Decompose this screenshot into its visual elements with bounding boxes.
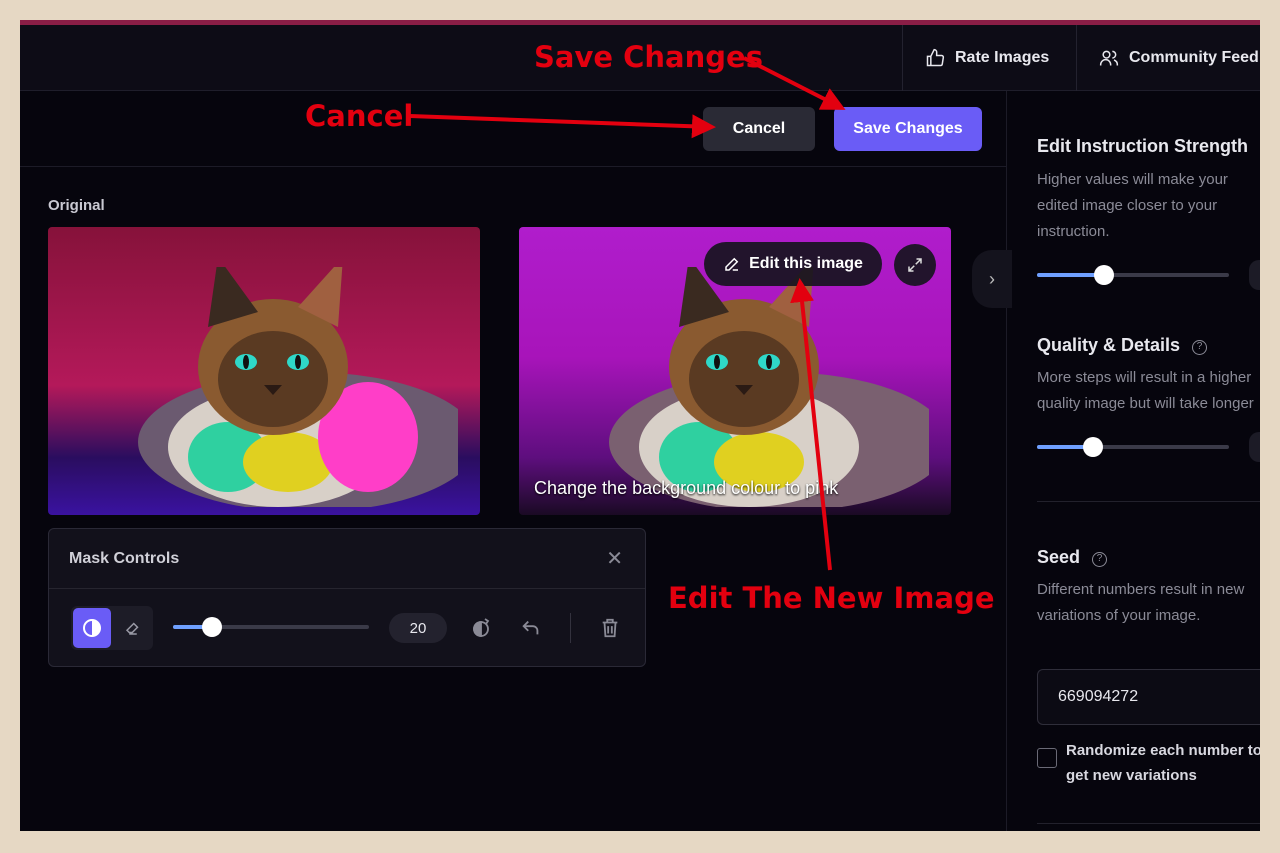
mask-tool-toggle [71, 606, 153, 650]
strength-slider[interactable] [1037, 265, 1229, 285]
help-icon[interactable]: ? [1092, 552, 1108, 567]
cat-illustration-edited [609, 267, 929, 507]
quality-slider-handle[interactable] [1082, 437, 1103, 457]
app-window: Rate Images Community Feed Cancel Save C… [20, 20, 1260, 831]
thumbs-up-icon [926, 48, 945, 67]
pencil-icon [725, 257, 739, 271]
brush-size-slider-handle[interactable] [202, 617, 223, 637]
brush-size-value[interactable]: 20 [389, 613, 447, 643]
eraser-tool-button[interactable] [115, 608, 151, 648]
mask-toolbar-divider [570, 613, 571, 643]
brush-tool-button[interactable] [73, 608, 111, 648]
cancel-button[interactable]: Cancel [703, 107, 815, 151]
original-image-label: Original [48, 197, 105, 214]
nav-community-feed[interactable]: Community Feed [1076, 25, 1260, 91]
settings-divider [1037, 823, 1260, 824]
panel-divider [1006, 91, 1007, 831]
quality-description: More steps will result in a higher quali… [1037, 369, 1254, 412]
seed-title: Seed [1037, 547, 1081, 567]
seed-input[interactable] [1037, 669, 1260, 725]
nav-community-feed-label: Community Feed [1129, 49, 1259, 66]
brush-size-slider[interactable] [173, 617, 369, 637]
contrast-icon [83, 619, 101, 637]
randomize-checkbox[interactable] [1037, 748, 1057, 768]
quality-title: Quality & Details [1037, 335, 1181, 355]
close-icon[interactable]: ✕ [606, 546, 623, 571]
mask-controls-panel: Mask Controls ✕ 20 [48, 528, 646, 667]
save-changes-button[interactable]: Save Changes [834, 107, 982, 151]
eraser-icon [125, 622, 139, 635]
mask-controls-title: Mask Controls [69, 549, 180, 567]
toolbar-divider [20, 166, 1006, 167]
cat-illustration [138, 267, 458, 507]
expand-button[interactable] [894, 244, 936, 286]
invert-mask-icon[interactable] [469, 615, 495, 641]
expand-icon [908, 258, 922, 272]
strength-description: Higher values will make your edited imag… [1037, 171, 1228, 240]
quality-slider[interactable] [1037, 437, 1229, 457]
users-icon [1099, 50, 1119, 66]
mask-controls-header: Mask Controls ✕ [49, 529, 645, 589]
edit-this-image-label: Edit this image [749, 255, 863, 272]
next-image-button[interactable]: › [972, 250, 1012, 308]
help-icon[interactable]: ? [1192, 340, 1208, 355]
nav-rate-images-label: Rate Images [955, 49, 1050, 66]
undo-icon[interactable] [518, 615, 544, 641]
seed-title-row: Seed? [1037, 547, 1108, 568]
seed-description: Different numbers result in new variatio… [1037, 581, 1245, 624]
original-image [48, 227, 480, 515]
quality-title-row: Quality & Details? [1037, 335, 1208, 356]
nav-rate-images[interactable]: Rate Images [902, 25, 1076, 91]
strength-slider-handle[interactable] [1094, 265, 1115, 285]
settings-divider [1037, 501, 1260, 502]
strength-value-field[interactable] [1249, 260, 1260, 290]
edit-this-image-button[interactable]: Edit this image [704, 242, 882, 286]
chevron-right-icon: › [989, 268, 995, 289]
trash-icon[interactable] [597, 615, 623, 641]
quality-value-field[interactable] [1249, 432, 1260, 462]
edit-instruction-caption: Change the background colour to pink [534, 478, 839, 498]
randomize-label: Randomize each number to get new variati… [1066, 742, 1260, 784]
strength-title: Edit Instruction Strength [1037, 136, 1248, 156]
